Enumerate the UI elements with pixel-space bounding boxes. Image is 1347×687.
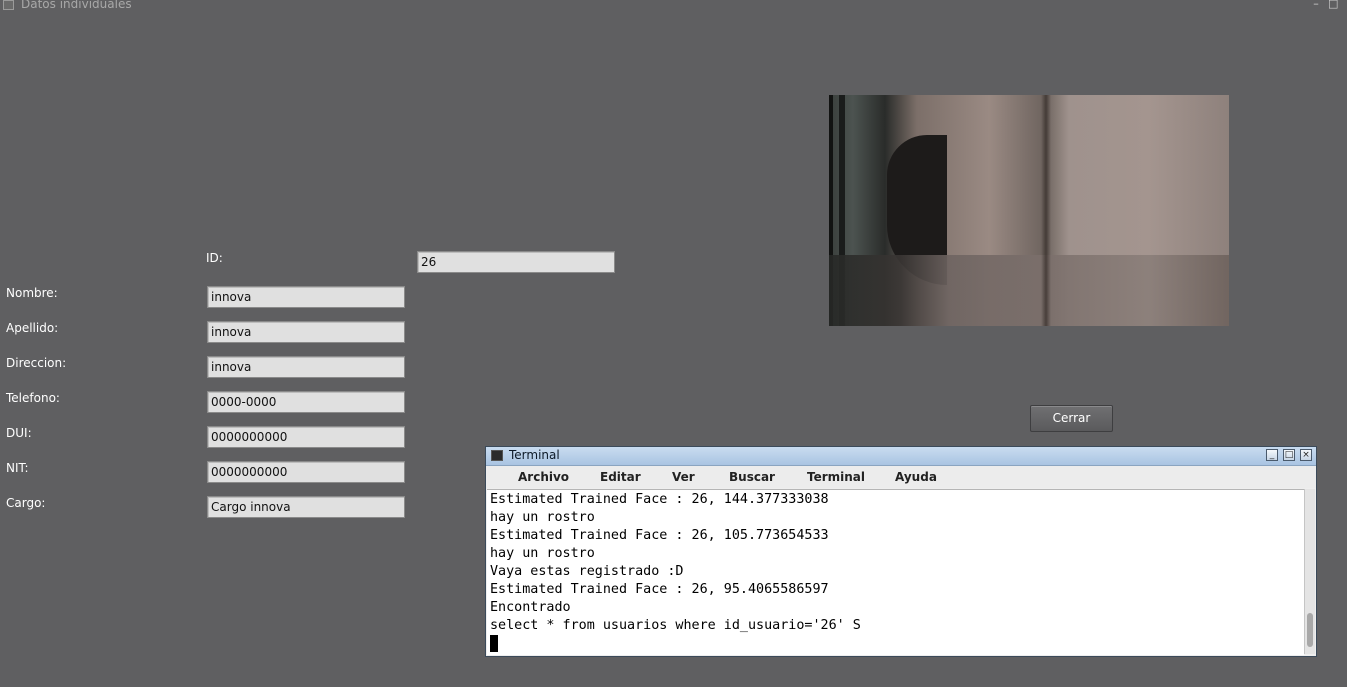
terminal-line: Estimated Trained Face : 26, 95.40655865… [490,582,829,597]
terminal-icon [491,450,503,461]
terminal-maximize-icon[interactable]: □ [1283,449,1295,461]
cargo-label: Cargo: [6,496,46,510]
menu-buscar[interactable]: Buscar [729,470,775,484]
window-titlebar: Datos individuales – □ [0,0,1347,14]
nit-label: NIT: [6,461,29,475]
maximize-button[interactable]: □ [1328,0,1338,10]
window-title: Datos individuales [21,0,132,11]
terminal-line: Vaya estas registrado :D [490,564,684,579]
terminal-line: Estimated Trained Face : 26, 144.3773330… [490,492,829,507]
id-label: ID: [206,251,223,265]
menu-archivo[interactable]: Archivo [518,470,569,484]
minimize-button[interactable]: – [1311,0,1321,10]
terminal-line: Encontrado [490,600,571,615]
nit-field[interactable]: 0000000000 [207,461,405,483]
terminal-cursor [490,635,498,652]
camera-lower-region [829,255,1229,326]
apellido-field[interactable]: innova [207,321,405,343]
menu-ver[interactable]: Ver [672,470,695,484]
telefono-field[interactable]: 0000-0000 [207,391,405,413]
terminal-output[interactable]: Estimated Trained Face : 26, 144.3773330… [487,489,1304,655]
terminal-close-icon[interactable]: × [1300,449,1312,461]
apellido-label: Apellido: [6,321,59,335]
terminal-scroll-thumb[interactable] [1307,613,1313,647]
terminal-menubar: Archivo Editar Ver Buscar Terminal Ayuda [486,466,1316,488]
nombre-field[interactable]: innova [207,286,405,308]
telefono-label: Telefono: [6,391,60,405]
nombre-label: Nombre: [6,286,58,300]
terminal-scrollbar[interactable] [1304,489,1315,654]
menu-terminal[interactable]: Terminal [807,470,865,484]
direccion-field[interactable]: innova [207,356,405,378]
cargo-field[interactable]: Cargo innova [207,496,405,518]
terminal-title: Terminal [509,448,560,462]
terminal-minimize-icon[interactable]: _ [1266,449,1278,461]
terminal-window[interactable]: Terminal _ □ × Archivo Editar Ver Buscar… [485,446,1317,657]
close-button[interactable]: Cerrar [1030,405,1113,432]
terminal-titlebar[interactable]: Terminal _ □ × [486,447,1316,466]
window-icon [3,0,14,10]
direccion-label: Direccion: [6,356,67,370]
dui-field[interactable]: 0000000000 [207,426,405,448]
terminal-line: Estimated Trained Face : 26, 105.7736545… [490,528,829,543]
dui-label: DUI: [6,426,32,440]
camera-fold-line [1041,95,1051,326]
terminal-line: select * from usuarios where id_usuario=… [490,618,861,633]
menu-ayuda[interactable]: Ayuda [895,470,937,484]
menu-editar[interactable]: Editar [600,470,641,484]
terminal-line: hay un rostro [490,510,595,525]
terminal-line: hay un rostro [490,546,595,561]
camera-preview [829,95,1229,326]
id-field[interactable]: 26 [417,251,615,273]
